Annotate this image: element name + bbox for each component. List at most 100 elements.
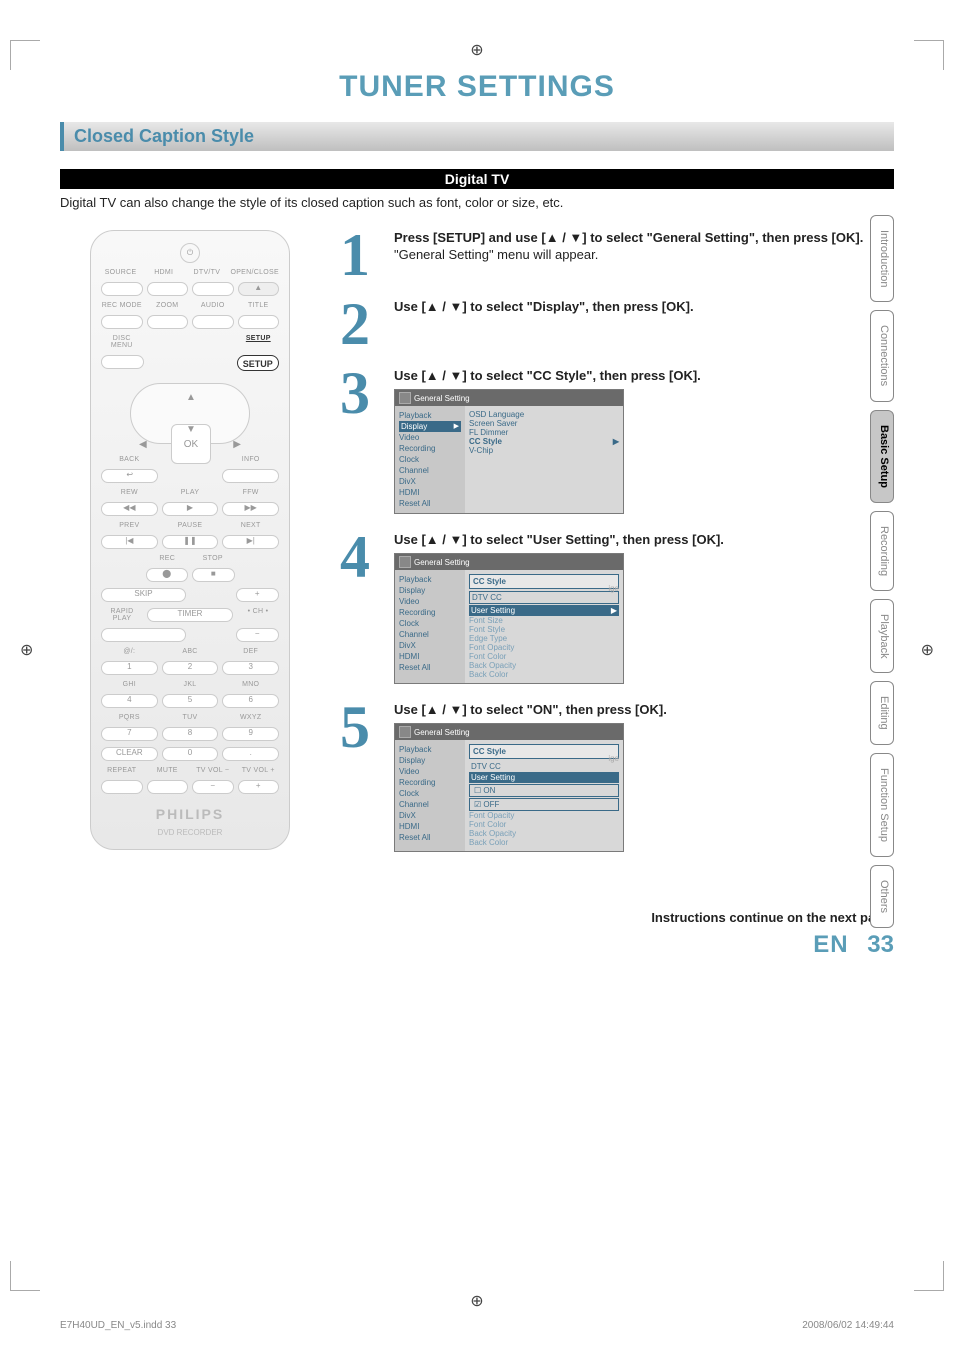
dpad: OK ▲ ▼ ◀ ▶ [130, 383, 250, 444]
step-instruction: Use [▲ / ▼] to select "User Setting", th… [394, 532, 894, 547]
osd-dim-item: Font Opacity [469, 643, 619, 652]
osd-left-item: Recording [399, 607, 461, 618]
remote-label: SOURCE [101, 269, 140, 276]
remote-label: REPEAT [101, 767, 143, 774]
remote-label: WXYZ [222, 714, 279, 721]
osd-option: OFF [469, 798, 619, 811]
remote-label: GHI [101, 681, 158, 688]
osd-left-item: Display [399, 585, 461, 596]
osd-screenshot: General Setting PlaybackDisplayVideoReco… [394, 553, 624, 684]
remote-label: REC MODE [101, 302, 143, 309]
keypad-key: 8 [162, 727, 219, 741]
remote-label: BACK [101, 456, 158, 463]
power-icon: ⏻ [180, 243, 200, 263]
step-number: 1 [340, 230, 384, 281]
osd-left-item: Reset All [399, 662, 461, 673]
remote-label: HDMI [144, 269, 183, 276]
side-tabs: IntroductionConnectionsBasic SetupRecord… [870, 215, 894, 928]
osd-right-item: V-Chip [469, 446, 619, 455]
osd-submenu-item: DTV CC [469, 761, 619, 772]
remote-label: PREV [101, 522, 158, 529]
print-footer: E7H40UD_EN_v5.indd 33 2008/06/02 14:49:4… [60, 1320, 894, 1331]
registration-mark-left: ⊕ [20, 640, 33, 660]
step-instruction: Use [▲ / ▼] to select "ON", then press [… [394, 702, 894, 717]
osd-dim-item: Font Color [469, 652, 619, 661]
keypad-key: 2 [162, 661, 219, 675]
osd-left-item: Recording [399, 777, 461, 788]
osd-title: General Setting [395, 724, 623, 740]
side-tab: Editing [870, 681, 894, 745]
page-language: EN [813, 931, 848, 958]
osd-dim-item: Back Color [469, 838, 619, 847]
side-tab: Introduction [870, 215, 894, 302]
osd-dim-item: Edge Type [469, 634, 619, 643]
step-instruction: Use [▲ / ▼] to select "Display", then pr… [394, 299, 894, 314]
registration-mark-right: ⊕ [921, 640, 934, 660]
remote-label: REW [101, 489, 158, 496]
step-number: 5 [340, 702, 384, 852]
ch-minus: − [236, 628, 280, 642]
remote-label: REC [147, 555, 189, 562]
osd-bg-hint: ige [608, 754, 619, 763]
osd-screenshot: General Setting PlaybackDisplayVideoReco… [394, 723, 624, 852]
osd-dim-item: Back Opacity [469, 829, 619, 838]
side-tab: Function Setup [870, 753, 894, 857]
osd-submenu-item: User Setting ▶ [469, 605, 619, 616]
page-title: TUNER SETTINGS [60, 70, 894, 104]
osd-right-item: Screen Saver [469, 419, 619, 428]
remote-label: MNO [222, 681, 279, 688]
osd-left-item: Clock [399, 788, 461, 799]
step-2: 2 Use [▲ / ▼] to select "Display", then … [340, 299, 894, 350]
osd-left-item: Playback [399, 574, 461, 585]
remote-label: DEF [222, 648, 279, 655]
keypad-key: 7 [101, 727, 158, 741]
remote-label: INFO [222, 456, 279, 463]
remote-label: SETUP [238, 335, 280, 349]
steps-column: 1 Press [SETUP] and use [▲ / ▼] to selec… [340, 230, 894, 870]
keypad-key: . [222, 747, 279, 761]
osd-left-item: Channel [399, 629, 461, 640]
remote-label: TV VOL − [192, 767, 234, 774]
keypad-key: 9 [222, 727, 279, 741]
brand-label: PHILIPS [101, 806, 279, 822]
osd-bg-hint: ige [608, 584, 619, 593]
osd-submenu-title: CC Style [469, 744, 619, 759]
remote-label: JKL [162, 681, 219, 688]
remote-label: TITLE [238, 302, 280, 309]
step-note: "General Setting" menu will appear. [394, 247, 894, 262]
osd-dim-item: Font Opacity [469, 811, 619, 820]
keypad-key: 3 [222, 661, 279, 675]
remote-label: STOP [192, 555, 234, 562]
step-5: 5 Use [▲ / ▼] to select "ON", then press… [340, 702, 894, 852]
remote-label: AUDIO [192, 302, 234, 309]
step-4: 4 Use [▲ / ▼] to select "User Setting", … [340, 532, 894, 684]
osd-left-item: Recording [399, 443, 461, 454]
osd-left-item: HDMI [399, 651, 461, 662]
remote-label: TUV [162, 714, 219, 721]
osd-title: General Setting [395, 390, 623, 406]
osd-left-item: Video [399, 766, 461, 777]
osd-left-item: Channel [399, 465, 461, 476]
continue-note: Instructions continue on the next page. [60, 910, 894, 925]
remote-label: PAUSE [162, 522, 219, 529]
osd-dim-item: Back Color [469, 670, 619, 679]
side-tab: Playback [870, 599, 894, 674]
registration-mark-top: ⊕ [470, 40, 483, 60]
osd-left-item: Playback [399, 410, 461, 421]
osd-right-item: OSD Language [469, 410, 619, 419]
osd-screenshot: General Setting PlaybackDisplayVideoReco… [394, 389, 624, 514]
remote-label: DISC MENU [101, 335, 143, 349]
side-tab: Connections [870, 310, 894, 401]
remote-label: NEXT [222, 522, 279, 529]
osd-submenu-title: CC Style [469, 574, 619, 589]
osd-dim-item: Font Size [469, 616, 619, 625]
left-arrow-icon: ◀ [139, 439, 147, 450]
footer-timestamp: 2008/06/02 14:49:44 [802, 1320, 894, 1331]
osd-dim-item: Font Color [469, 820, 619, 829]
side-tab: Others [870, 865, 894, 928]
timer-button: TIMER [147, 608, 233, 622]
step-1: 1 Press [SETUP] and use [▲ / ▼] to selec… [340, 230, 894, 281]
keypad-key: 4 [101, 694, 158, 708]
osd-left-item: Channel [399, 799, 461, 810]
subsection-bar: Digital TV [60, 169, 894, 189]
